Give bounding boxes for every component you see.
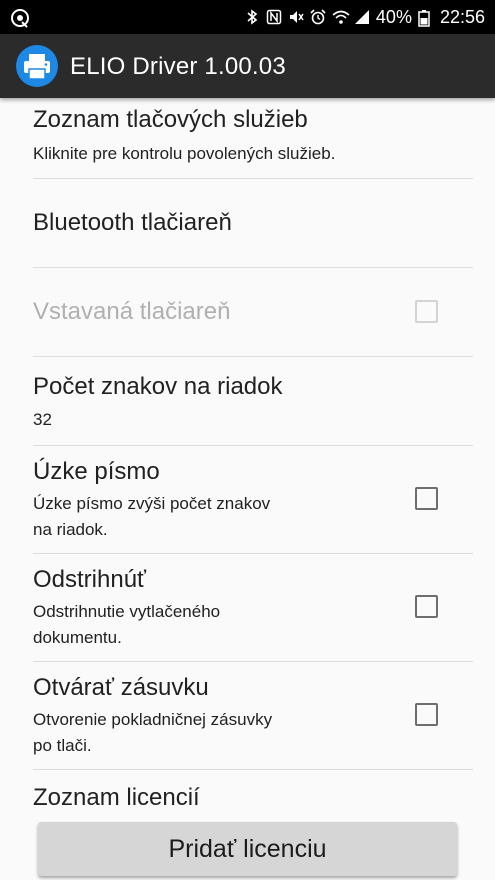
pref-chars-per-line[interactable]: Počet znakov na riadok 32: [0, 357, 495, 445]
pref-summary-line: na riadok.: [33, 520, 108, 539]
builtin-printer-checkbox[interactable]: [415, 300, 438, 323]
pref-title: Odstrihnúť: [33, 566, 147, 593]
pref-summary-line: dokumentu.: [33, 628, 122, 647]
clock: 22:56: [439, 6, 485, 27]
pref-title: Zoznam tlačových služieb: [33, 106, 308, 133]
alarm-icon: [310, 9, 326, 25]
pref-licenses-list[interactable]: Zoznam licencií: [0, 770, 495, 820]
pref-summary-line: po tlači.: [33, 736, 92, 755]
narrow-font-checkbox[interactable]: [415, 487, 438, 510]
pref-title: Počet znakov na riadok: [33, 373, 283, 400]
pref-narrow-font[interactable]: Úzke písmo Úzke písmo zvýši počet znakov…: [0, 446, 495, 553]
app-notification-icon: [10, 8, 30, 33]
pref-title: Otvárať zásuvku: [33, 674, 209, 701]
battery-icon: [418, 9, 434, 27]
pref-print-services[interactable]: Zoznam tlačových služieb Kliknite pre ko…: [0, 98, 495, 178]
pref-bluetooth-printer[interactable]: Bluetooth tlačiareň: [0, 179, 495, 267]
status-bar: 40% 22:56: [0, 0, 495, 34]
pref-title: Bluetooth tlačiareň: [33, 209, 232, 236]
mute-icon: [288, 9, 304, 25]
app-bar: ELIO Driver 1.00.03: [0, 34, 495, 98]
app-title: ELIO Driver 1.00.03: [70, 53, 286, 80]
printer-icon: [16, 45, 58, 87]
pref-title: Zoznam licencií: [33, 784, 200, 811]
open-drawer-checkbox[interactable]: [415, 703, 438, 726]
pref-open-drawer[interactable]: Otvárať zásuvku Otvorenie pokladničnej z…: [0, 662, 495, 769]
pref-title: Vstavaná tlačiareň: [33, 298, 231, 325]
pref-summary-line: Odstrihnutie vytlačeného: [33, 602, 221, 621]
bluetooth-icon: [244, 9, 260, 25]
pref-summary: 32: [33, 410, 52, 429]
nfc-icon: [266, 9, 282, 25]
pref-summary: Kliknite pre kontrolu povolených služieb…: [33, 144, 336, 163]
pref-cut[interactable]: Odstrihnúť Odstrihnutie vytlačeného doku…: [0, 554, 495, 661]
add-license-button[interactable]: Pridať licenciu: [38, 822, 457, 876]
cut-checkbox[interactable]: [415, 595, 438, 618]
pref-title: Úzke písmo: [33, 458, 160, 485]
battery-percent: 40%: [375, 6, 412, 27]
pref-builtin-printer[interactable]: Vstavaná tlačiareň: [0, 268, 495, 356]
pref-summary-line: Úzke písmo zvýši počet znakov: [33, 494, 271, 513]
wifi-icon: [332, 9, 350, 25]
signal-icon: [354, 9, 370, 25]
status-icons: 40% 22:56: [244, 5, 485, 29]
pref-summary-line: Otvorenie pokladničnej zásuvky: [33, 710, 273, 729]
